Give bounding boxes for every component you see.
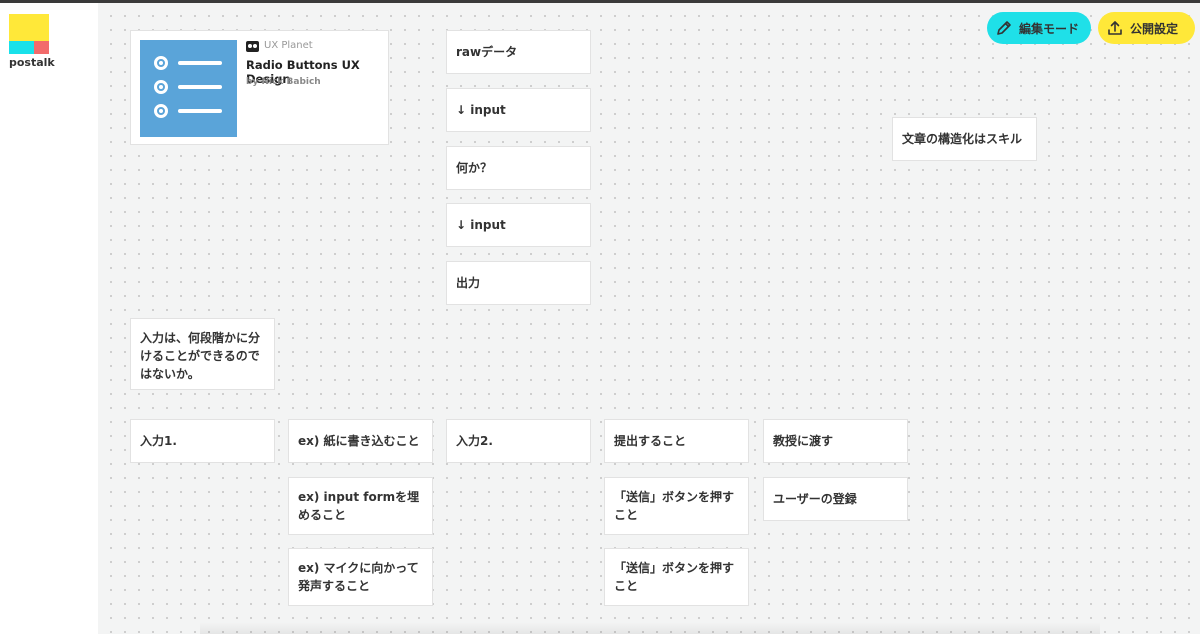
publish-settings-label: 公開設定: [1130, 21, 1179, 36]
radio-icon: [154, 104, 168, 118]
note-card[interactable]: ex) マイクに向かって発声すること: [288, 548, 433, 606]
note-card[interactable]: 入力1.: [130, 419, 275, 463]
note-card[interactable]: 提出すること: [604, 419, 749, 463]
note-card[interactable]: ex) 紙に書き込むこと: [288, 419, 433, 463]
edit-mode-label: 編集モード: [1019, 21, 1080, 36]
radio-icon: [154, 56, 168, 70]
upload-icon: [1108, 21, 1122, 35]
note-card[interactable]: ↓ input: [446, 203, 591, 247]
note-card[interactable]: ex) input formを埋めること: [288, 477, 433, 535]
note-card[interactable]: 出力: [446, 261, 591, 305]
radio-icon: [154, 80, 168, 94]
site-favicon-icon: [246, 41, 259, 52]
pencil-icon: [997, 21, 1011, 35]
postalk-logo[interactable]: [9, 14, 49, 54]
logo-text[interactable]: postalk: [9, 56, 55, 69]
note-card[interactable]: 「送信」ボタンを押すこと: [604, 548, 749, 606]
note-card[interactable]: 入力は、何段階かに分けることができるのではないか。: [130, 318, 275, 390]
board-bottom-shadow: [200, 622, 1100, 634]
note-card[interactable]: 入力2.: [446, 419, 591, 463]
link-site-name: UX Planet: [264, 40, 313, 51]
edit-mode-button[interactable]: 編集モード: [987, 12, 1091, 44]
note-card[interactable]: 教授に渡す: [763, 419, 908, 463]
link-author: by Nick Babich: [246, 77, 321, 87]
link-thumbnail: [140, 40, 237, 137]
publish-settings-button[interactable]: 公開設定: [1098, 12, 1195, 44]
note-card[interactable]: rawデータ: [446, 30, 591, 74]
note-card[interactable]: ユーザーの登録: [763, 477, 908, 521]
note-card[interactable]: 何か？: [446, 146, 591, 190]
link-preview-card[interactable]: UX Planet Radio Buttons UX Design by Nic…: [130, 30, 389, 145]
note-card[interactable]: ↓ input: [446, 88, 591, 132]
note-card[interactable]: 「送信」ボタンを押すこと: [604, 477, 749, 535]
note-card[interactable]: 文章の構造化はスキル: [892, 117, 1037, 161]
sidebar: postalk: [0, 3, 98, 634]
